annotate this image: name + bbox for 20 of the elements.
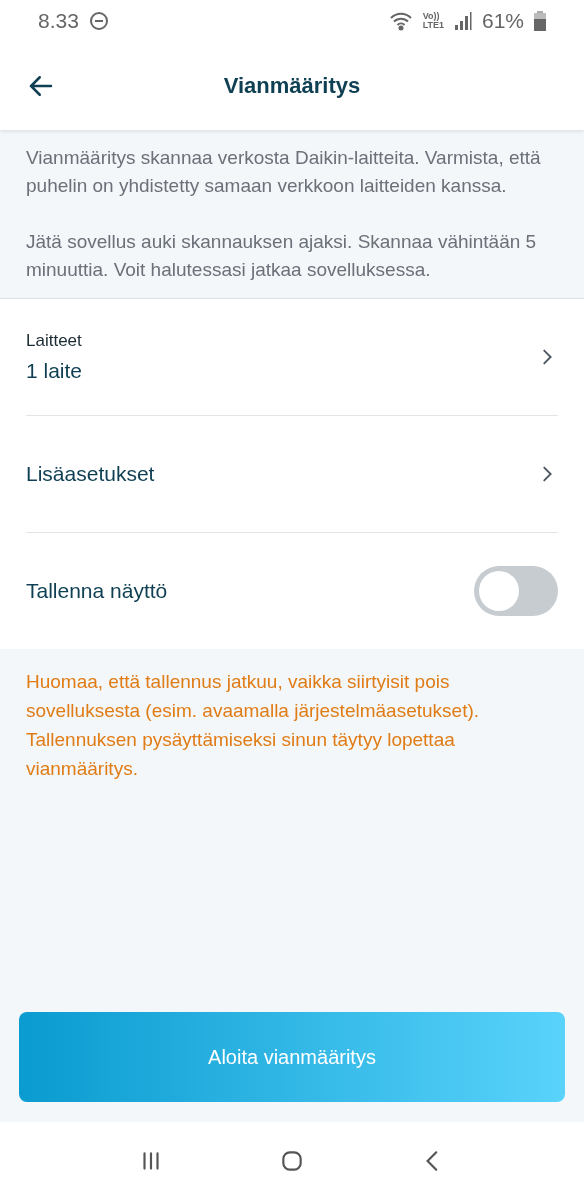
home-icon[interactable] [279,1148,305,1174]
status-time: 8.33 [38,9,79,33]
row-label: 1 laite [26,359,84,383]
toggle-switch[interactable] [474,566,558,616]
settings-row[interactable]: Laitteet 1 laite [26,299,558,416]
signal-icon [453,11,472,31]
settings-row[interactable]: Lisäasetukset [26,416,558,533]
screen-title: Vianmääritys [222,73,362,99]
battery-percent: 61% [481,9,524,33]
row-caption: Laitteet [26,331,83,351]
warning-text: Huomaa, että tallennus jatkuu, vaikka siirtyisit pois sovelluksesta (esim. avaamalla järjestelmäasetukset). Tallennuksen pysäyttämiseksi sinun täytyy lopettaa vianmääritys. [25,670,480,781]
do-not-disturb-icon [88,11,109,31]
wifi-icon [388,11,413,31]
info-paragraph: Jätä sovellus auki skannauksen ajaksi. Skannaa vähintään 5 minuuttia. Voit halutessasi jatkaa sovelluksessa. [26,230,538,282]
info-paragraph: Vianmääritys skannaa verkosta Daikin-laitteita. Varmista, että puhelin on yhdistetty samaan verkkoon laitteiden kanssa. [26,146,542,198]
row-label: Lisäasetukset [26,462,156,486]
battery-icon [534,11,546,31]
network-label: LTE1 [422,21,444,30]
volte-label: Vo)) [422,12,440,21]
row-label: Tallenna näyttö [26,579,169,603]
